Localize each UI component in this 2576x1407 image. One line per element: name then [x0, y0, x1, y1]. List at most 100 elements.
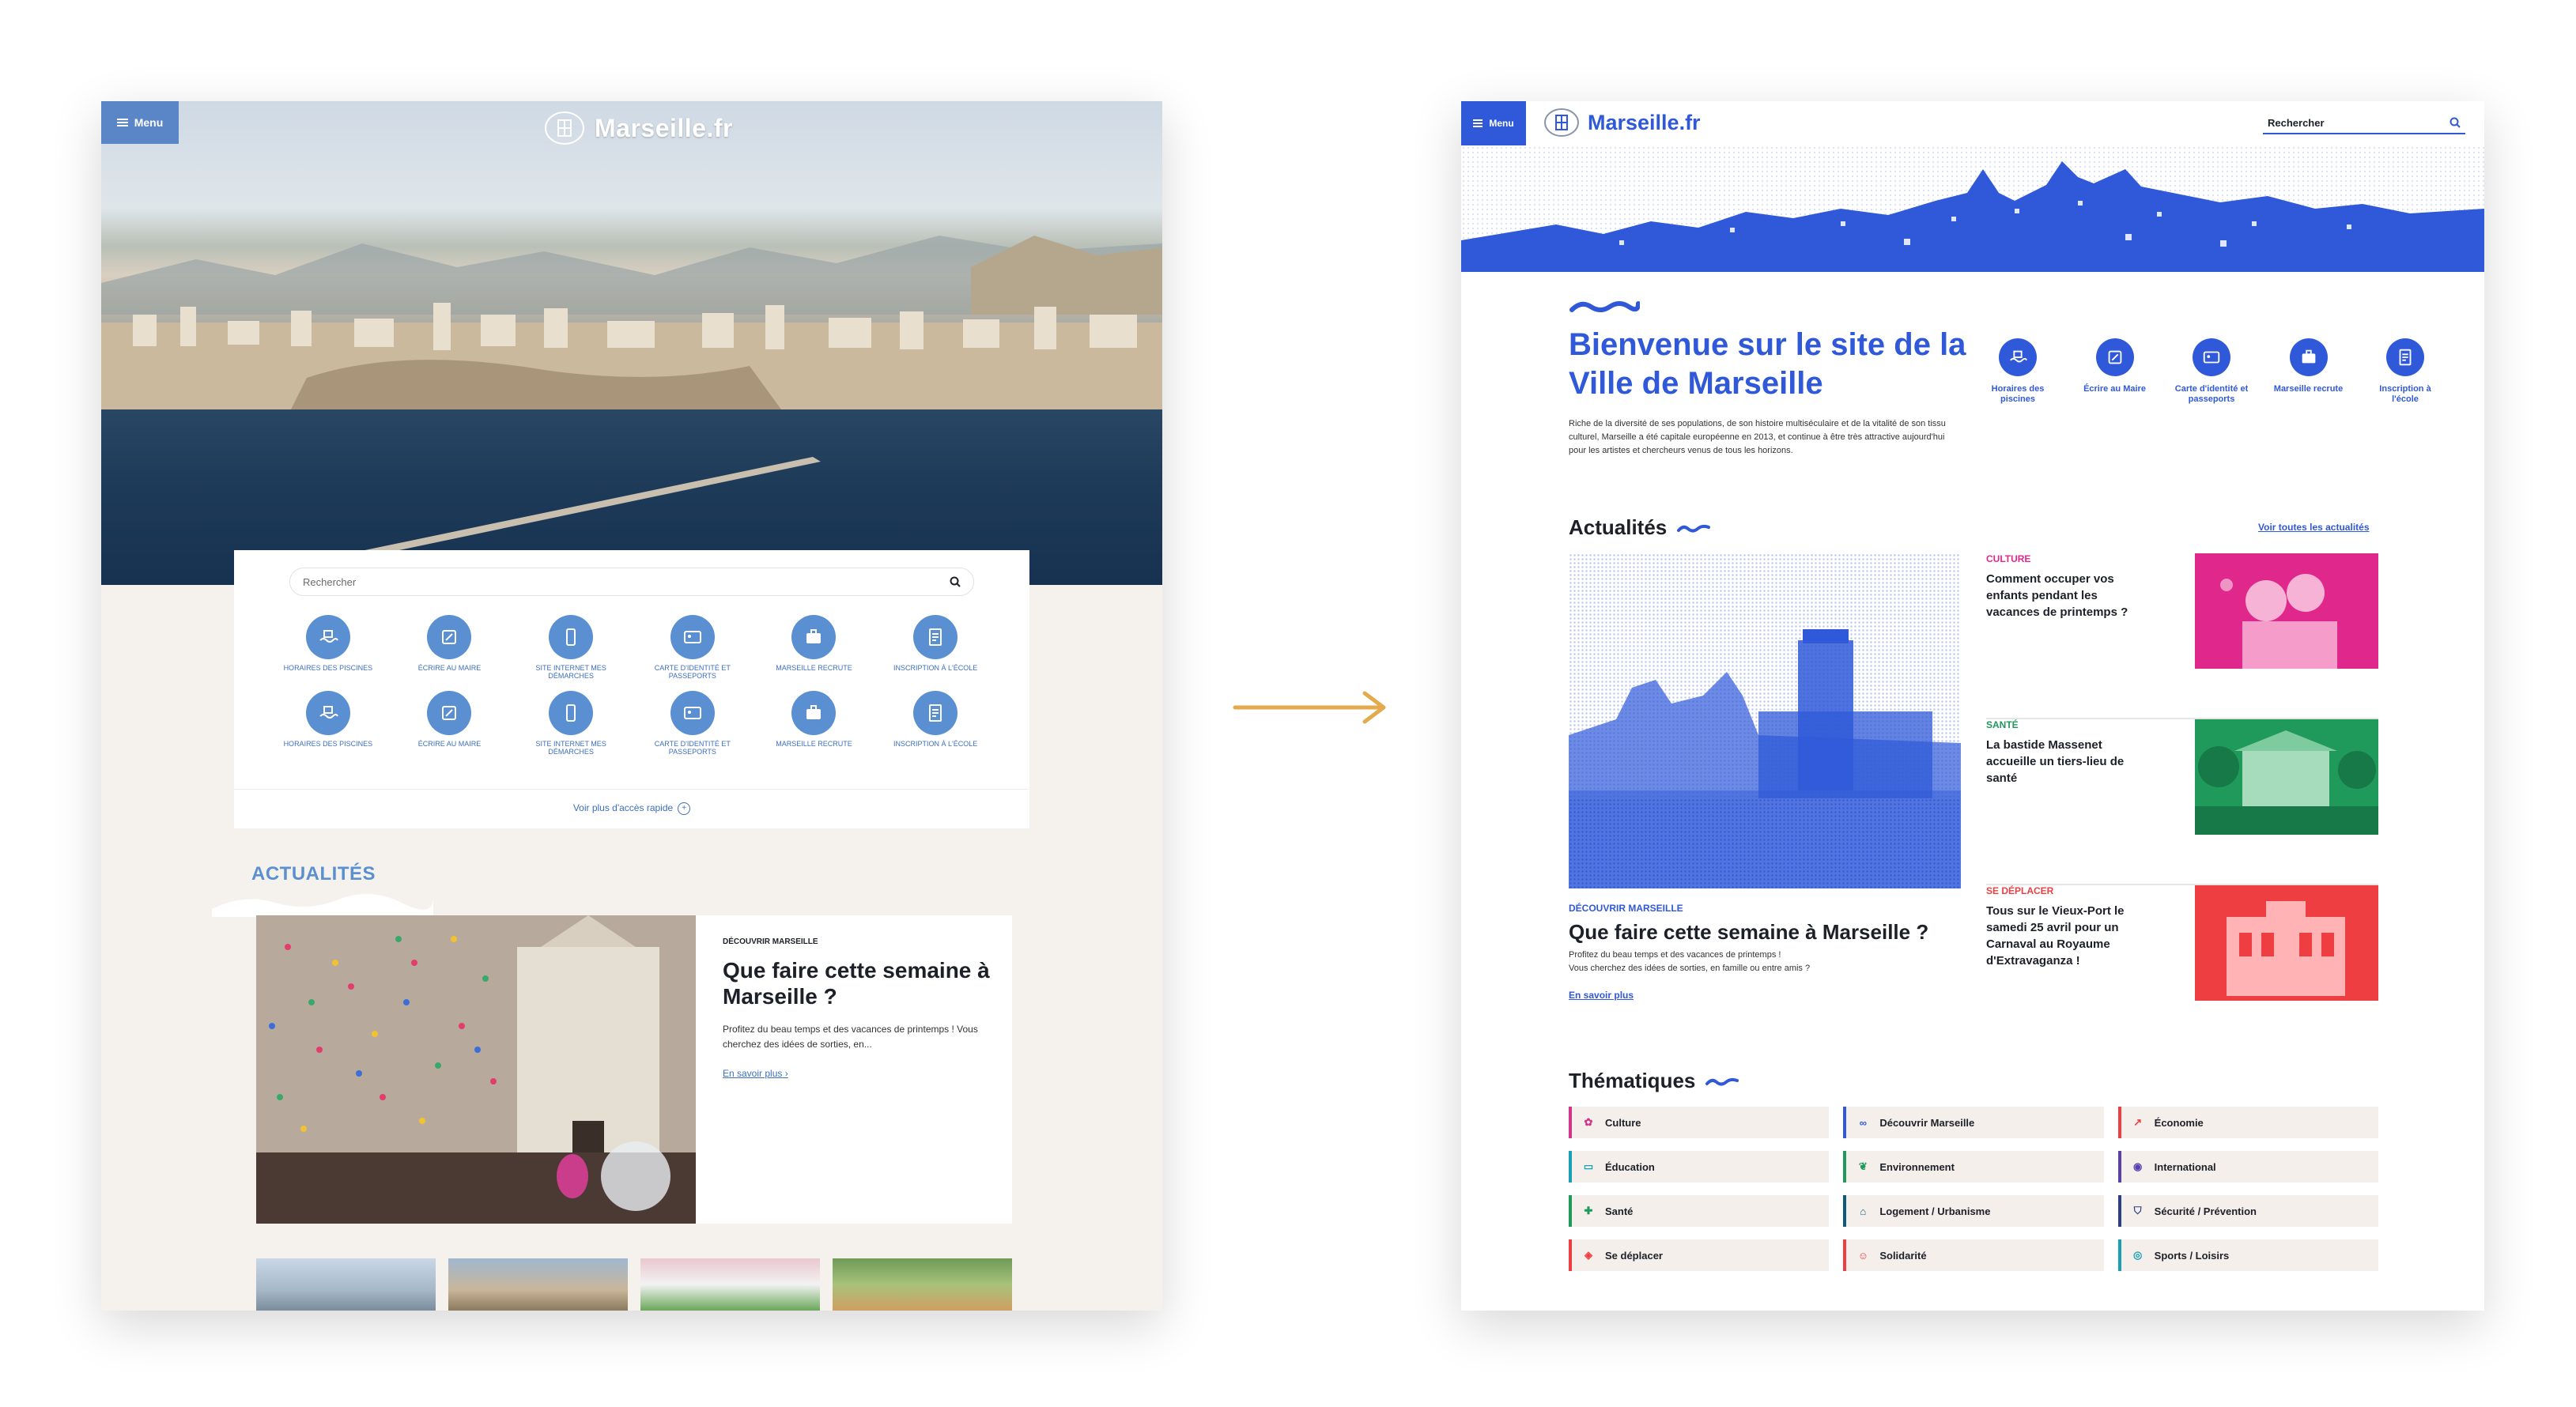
news-title[interactable]: Comment occuper vos enfants pendant les … — [1986, 571, 2133, 621]
theme-label: International — [2154, 1160, 2216, 1173]
featured-news-image[interactable] — [1569, 553, 1961, 888]
pool-icon — [305, 615, 350, 659]
quick-access-item[interactable]: Site internet mes démarches — [510, 691, 632, 759]
see-all-news-link[interactable]: Voir toutes les actualités — [2258, 522, 2370, 533]
news-title[interactable]: Tous sur le Vieux-Port le samedi 25 avri… — [1986, 903, 2133, 969]
form-icon — [913, 615, 958, 659]
quick-access-item[interactable]: Marseille recrute — [754, 615, 875, 683]
news-item[interactable]: Se déplacer Tous sur le Vieux-Port le sa… — [1986, 885, 2378, 1051]
theme-label: Économie — [2154, 1116, 2204, 1129]
site-logo[interactable]: Marseille.fr — [544, 111, 733, 145]
news-image[interactable] — [2195, 719, 2378, 835]
quick-access-item[interactable]: Écrire au maire — [389, 615, 511, 683]
news-image[interactable] — [2195, 553, 2378, 669]
theme-button[interactable]: ↗ Économie — [2117, 1107, 2378, 1138]
search-icon[interactable] — [950, 576, 961, 587]
news-thumbnail[interactable] — [256, 1258, 436, 1311]
quick-access-item[interactable]: Marseille recrute — [754, 691, 875, 759]
theme-button[interactable]: ✿ Culture — [1569, 1107, 1830, 1138]
quick-access-item[interactable]: Écrire au maire — [389, 691, 511, 759]
theme-label: Se déplacer — [1605, 1249, 1663, 1262]
hero-photo — [101, 101, 1162, 585]
quick-access-item[interactable]: Inscription à l'école — [2366, 338, 2445, 405]
wave-icon — [1705, 1077, 1739, 1085]
logo-text: Marseille.fr — [595, 113, 733, 142]
themes-heading: Thématiques — [1569, 1069, 1739, 1093]
search-label: Rechercher — [2268, 116, 2325, 129]
comparison-stage: Menu Marseille.fr Rechercher Horaires de… — [0, 0, 2576, 1407]
quick-access-item[interactable]: Carte d'identité et passeports — [632, 615, 754, 683]
quick-access-item[interactable]: Horaires des piscines — [267, 615, 389, 683]
phone-icon — [549, 615, 594, 659]
briefcase-icon — [791, 691, 837, 735]
theme-button[interactable]: ☺ Solidarité — [1843, 1239, 2104, 1271]
theme-button[interactable]: ◎ Sports / Loisirs — [2117, 1239, 2378, 1271]
quick-access-item[interactable]: Carte d'identité et passeports — [632, 691, 754, 759]
quick-access-item[interactable]: Site internet mes démarches — [510, 615, 632, 683]
theme-label: Éducation — [1605, 1160, 1655, 1173]
news-thumbnail[interactable] — [448, 1258, 628, 1311]
news-item[interactable]: Santé La bastide Massenet accueille un t… — [1986, 719, 2378, 885]
news-kicker: Découvrir Marseille — [723, 937, 818, 946]
news-thumbnails — [256, 1258, 1012, 1311]
old-site-mockup: Menu Marseille.fr Rechercher Horaires de… — [101, 101, 1162, 1311]
quick-access-list: Horaires des piscines Écrire au Maire Ca… — [1978, 338, 2445, 405]
news-thumbnail[interactable] — [640, 1258, 820, 1311]
theme-button[interactable]: ◉ International — [2117, 1151, 2378, 1183]
write-icon — [427, 615, 472, 659]
halftone-city-banner — [1461, 145, 2484, 272]
theme-label: Logement / Urbanisme — [1879, 1205, 1991, 1217]
read-more-link[interactable]: En savoir plus › — [723, 1068, 991, 1079]
news-title[interactable]: Que faire cette semaine à Marseille ? — [1569, 920, 1961, 945]
pin-icon: ◈ — [1585, 1249, 1592, 1261]
theme-label: Sports / Loisirs — [2154, 1249, 2230, 1262]
halftone-fort-photo — [1569, 553, 1961, 888]
search-input[interactable]: Rechercher — [289, 568, 974, 596]
theme-button[interactable]: ❦ Environnement — [1843, 1151, 2104, 1183]
news-thumbnail[interactable] — [833, 1258, 1012, 1311]
shield-icon: ⛉ — [2133, 1205, 2142, 1217]
site-logo[interactable]: Marseille.fr — [1543, 108, 1701, 138]
news-image[interactable] — [2195, 885, 2378, 1001]
news-item[interactable]: Culture Comment occuper vos enfants pend… — [1986, 553, 2378, 719]
search-icon[interactable] — [2449, 117, 2461, 128]
city-seal-icon — [545, 111, 584, 145]
intro-text: Riche de la diversité de ses populations… — [1569, 419, 1946, 456]
id-card-icon — [2193, 338, 2230, 376]
theme-button[interactable]: ▭ Éducation — [1569, 1151, 1830, 1183]
quick-access-item[interactable]: Horaires des piscines — [267, 691, 389, 759]
side-news-list: Culture Comment occuper vos enfants pend… — [1986, 553, 2378, 1051]
search-input[interactable]: Rechercher — [2263, 112, 2465, 134]
wave-decoration — [212, 893, 433, 917]
write-icon — [2095, 338, 2134, 376]
quick-access-item[interactable]: Marseille recrute — [2269, 338, 2348, 405]
theme-button[interactable]: ⌂ Logement / Urbanisme — [1843, 1195, 2104, 1227]
city-seal-icon — [1544, 108, 1579, 137]
quick-access-item[interactable]: Écrire au Maire — [2076, 338, 2155, 405]
quick-access-item[interactable]: Inscription à l'école — [874, 691, 996, 759]
theme-label: Culture — [1605, 1116, 1641, 1129]
theme-button[interactable]: ✚ Santé — [1569, 1195, 1830, 1227]
briefcase-icon — [791, 615, 837, 659]
news-title[interactable]: Que faire cette semaine à Marseille ? — [723, 957, 991, 1009]
menu-button[interactable]: Menu — [101, 101, 179, 144]
themes-grid: ✿ Culture ∞ Découvrir Marseille ↗ Économie ▭ Éd… — [1569, 1107, 2378, 1271]
more-quick-access-link[interactable]: Voir plus d'accès rapide + — [234, 789, 1029, 815]
featured-news-card[interactable]: Découvrir Marseille Que faire cette sema… — [256, 915, 1012, 1224]
read-more-link[interactable]: En savoir plus — [1569, 990, 1634, 1001]
theme-button[interactable]: ∞ Découvrir Marseille — [1843, 1107, 2104, 1138]
binoculars-icon: ∞ — [1859, 1116, 1867, 1129]
theme-button[interactable]: ⛉ Sécurité / Prévention — [2117, 1195, 2378, 1227]
form-icon — [2386, 338, 2424, 376]
quick-access-item[interactable]: Carte d'identité et passeports — [2172, 338, 2251, 405]
confetti-photo — [256, 915, 696, 1224]
news-title[interactable]: La bastide Massenet accueille un tiers-l… — [1986, 737, 2133, 786]
book-icon: ▭ — [1583, 1160, 1594, 1172]
menu-button[interactable]: Menu — [1461, 101, 1526, 145]
ball-icon: ◎ — [2132, 1249, 2143, 1261]
quick-access-item[interactable]: Horaires des piscines — [1978, 338, 2057, 405]
site-header: Menu Marseille.fr Rechercher — [1461, 101, 2484, 145]
theme-button[interactable]: ◈ Se déplacer — [1569, 1239, 1830, 1271]
news-description: Profitez du beau temps et des vacances d… — [1569, 950, 1811, 974]
quick-access-item[interactable]: Inscription à l'école — [874, 615, 996, 683]
